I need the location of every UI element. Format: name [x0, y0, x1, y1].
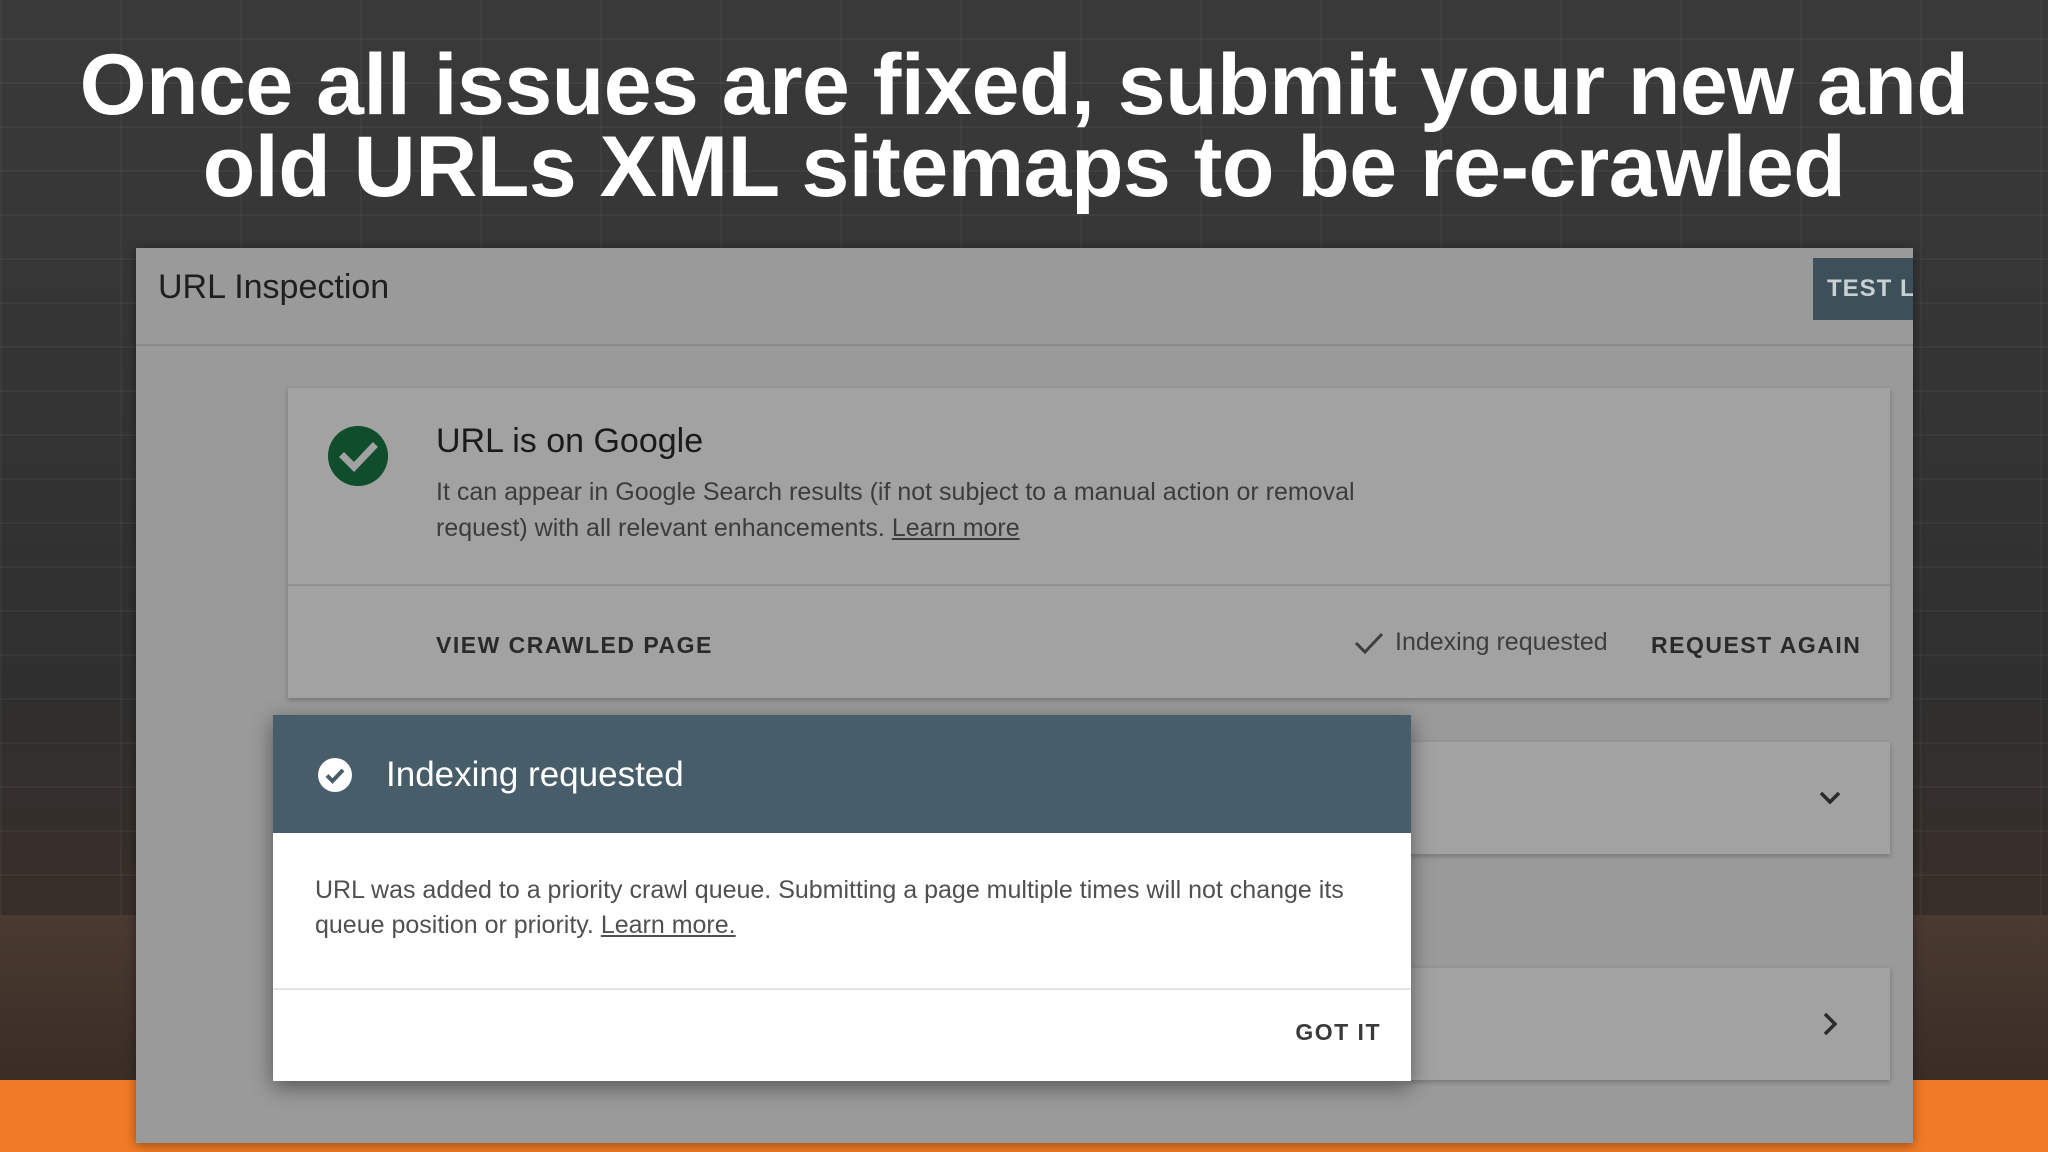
dialog-title: Indexing requested — [386, 755, 684, 794]
got-it-button[interactable]: GOT IT — [1295, 1019, 1381, 1046]
slide-headline: Once all issues are fixed, submit your n… — [0, 37, 2048, 215]
dialog-learn-more-link[interactable]: Learn more. — [601, 911, 736, 939]
chevron-down-icon[interactable] — [1810, 778, 1850, 818]
request-again-button[interactable]: REQUEST AGAIN — [1651, 632, 1861, 659]
dialog-header: Indexing requested — [273, 715, 1411, 833]
headline-line-2: old URLs XML sitemaps to be re-crawled — [202, 119, 1846, 215]
url-status-heading: URL is on Google — [436, 422, 704, 460]
url-status-card: URL is on Google It can appear in Google… — [288, 388, 1890, 698]
panel-title: URL Inspection — [158, 268, 390, 306]
learn-more-link[interactable]: Learn more — [892, 514, 1020, 542]
checkmark-icon — [1354, 633, 1384, 655]
indexing-status-text: Indexing requested — [1395, 628, 1608, 656]
collapsed-section-card[interactable] — [1406, 742, 1890, 854]
dialog-message: URL was added to a priority crawl queue.… — [315, 873, 1375, 943]
card-divider — [288, 584, 1890, 586]
test-live-url-button[interactable]: TEST L — [1813, 258, 1913, 320]
headline-line-1: Once all issues are fixed, submit your n… — [79, 37, 1969, 133]
panel-header: URL Inspection TEST L — [136, 248, 1913, 346]
indexing-requested-dialog: Indexing requested URL was added to a pr… — [273, 715, 1411, 1081]
chevron-right-icon[interactable] — [1810, 1004, 1850, 1044]
dialog-message-text: URL was added to a priority crawl queue.… — [315, 876, 1344, 939]
slide: Once all issues are fixed, submit your n… — [0, 0, 2048, 1152]
check-circle-icon — [328, 426, 388, 486]
dialog-divider — [273, 988, 1411, 990]
url-status-description: It can appear in Google Search results (… — [436, 474, 1436, 546]
check-circle-icon — [318, 758, 352, 792]
view-crawled-page-button[interactable]: VIEW CRAWLED PAGE — [436, 632, 713, 659]
navigation-section-card[interactable] — [1406, 968, 1890, 1080]
indexing-status: Indexing requested — [1353, 628, 1608, 657]
